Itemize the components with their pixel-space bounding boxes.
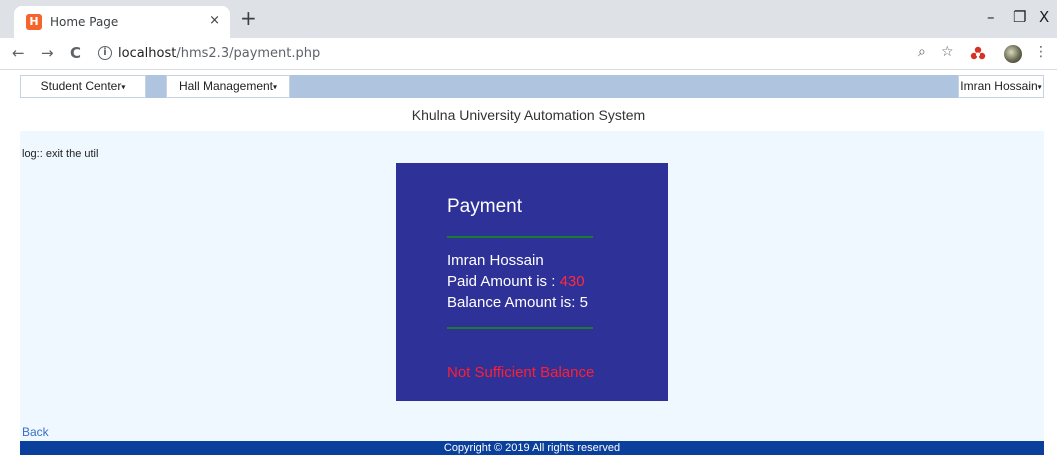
new-tab-icon[interactable]: + [240, 8, 257, 28]
log-message: log:: exit the util [22, 148, 99, 160]
profile-avatar[interactable] [1004, 45, 1022, 63]
extension-icon[interactable] [970, 46, 986, 62]
paid-amount-label: Paid Amount is : [447, 273, 560, 290]
window-close-icon[interactable]: X [1039, 8, 1049, 26]
site-title: Khulna University Automation System [411, 107, 646, 123]
reload-icon[interactable]: C [70, 44, 81, 62]
paid-amount: Paid Amount is : 430 [447, 273, 585, 290]
balance-amount-label: Balance Amount is: [447, 294, 580, 311]
restore-icon[interactable]: ❐ [1013, 8, 1026, 26]
payment-card: Payment Imran Hossain Paid Amount is : 4… [396, 163, 668, 401]
address-bar[interactable]: localhost/hms2.3/payment.php [118, 46, 320, 61]
hall-management-label: Hall Management [178, 79, 274, 93]
site-navbar: Student Center▾ Hall Management▾ Imran H… [20, 75, 1044, 98]
error-message: Not Sufficient Balance [447, 364, 595, 381]
main-content: log:: exit the util Payment Imran Hossai… [20, 131, 1044, 441]
zoom-icon[interactable]: ⌕ [918, 44, 926, 60]
footer: Copyright © 2019 All rights reserved [20, 441, 1044, 455]
menu-dots-icon[interactable]: ⋮ [1034, 44, 1048, 60]
favicon-icon: H [26, 14, 42, 30]
tab-title: Home Page [50, 15, 119, 29]
tab-close-icon[interactable]: × [209, 13, 220, 28]
back-arrow-icon[interactable]: ← [12, 44, 25, 62]
balance-amount: Balance Amount is: 5 [447, 294, 588, 311]
payment-title: Payment [447, 196, 522, 217]
user-menu[interactable]: Imran Hossain▾ [958, 75, 1044, 98]
browser-tabstrip: H Home Page × + – ❐ X [0, 0, 1057, 38]
browser-tab[interactable]: H Home Page × [14, 6, 230, 38]
paid-amount-value: 430 [559, 273, 585, 290]
caret-down-icon: ▾ [121, 82, 126, 92]
student-center-label: Student Center [40, 79, 122, 93]
balance-amount-value: 5 [579, 294, 588, 311]
minimize-icon[interactable]: – [987, 8, 995, 26]
url-host: localhost [118, 46, 177, 61]
user-name-label: Imran Hossain [960, 79, 1038, 93]
forward-arrow-icon[interactable]: → [41, 44, 54, 62]
hall-management-menu[interactable]: Hall Management▾ [166, 75, 290, 98]
caret-down-icon: ▾ [273, 82, 278, 92]
student-name: Imran Hossain [447, 252, 544, 269]
info-icon[interactable]: i [98, 46, 112, 60]
student-center-menu[interactable]: Student Center▾ [20, 75, 146, 98]
bookmark-star-icon[interactable]: ☆ [941, 44, 954, 60]
browser-toolbar: ← → C i localhost/hms2.3/payment.php ⌕ ☆… [0, 38, 1057, 70]
divider [447, 236, 593, 238]
caret-down-icon: ▾ [1037, 82, 1042, 92]
divider [447, 327, 593, 329]
url-path: /hms2.3/payment.php [176, 46, 321, 61]
page: Student Center▾ Hall Management▾ Imran H… [0, 71, 1057, 455]
back-link[interactable]: Back [22, 425, 49, 439]
